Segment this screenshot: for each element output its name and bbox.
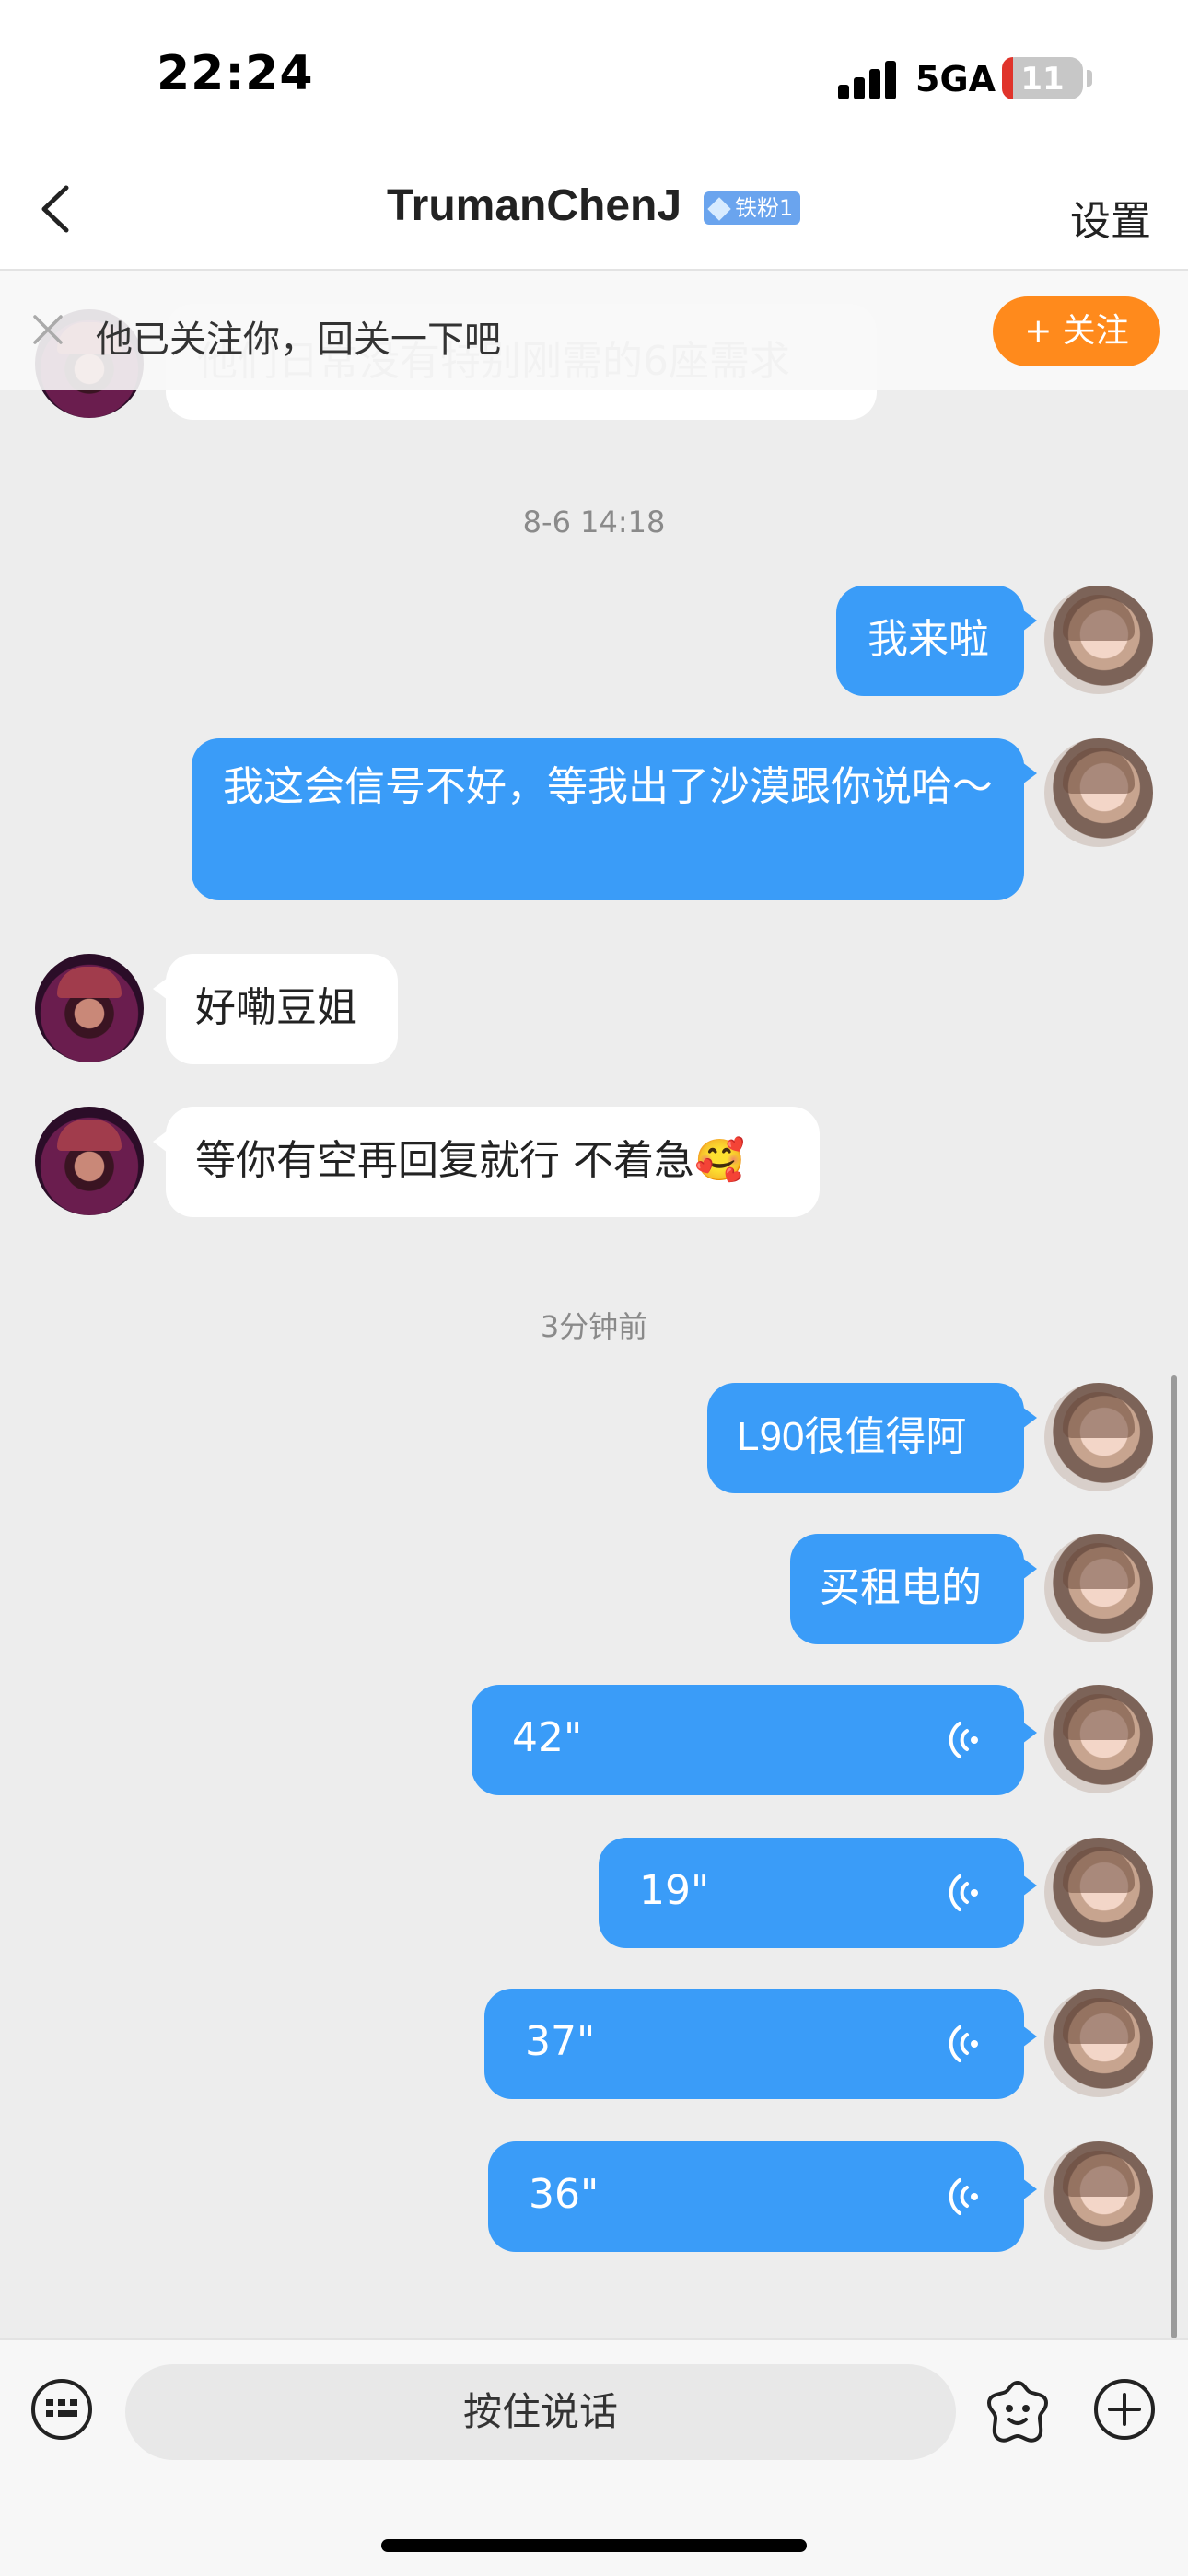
voice-wave-icon xyxy=(949,1722,978,1758)
message-bubble-mine[interactable]: L90很值得阿 xyxy=(707,1383,1037,1493)
keyboard-icon[interactable] xyxy=(29,2377,94,2442)
signal-icon xyxy=(838,59,897,99)
voice-message[interactable]: 37" xyxy=(484,1989,1037,2099)
message-bubble-mine[interactable]: 我来啦 xyxy=(836,586,1037,696)
follow-button[interactable]: + 关注 xyxy=(993,296,1160,366)
close-icon[interactable] xyxy=(31,313,64,346)
voice-duration: 19" xyxy=(639,1867,710,1914)
plus-icon[interactable] xyxy=(1092,2377,1157,2442)
scrollbar[interactable] xyxy=(1171,1375,1177,2338)
message-bubble-other[interactable]: 等你有空再回复就行 不着急🥰 xyxy=(153,1107,820,1217)
battery-level: 11 xyxy=(1020,61,1065,98)
gem-icon xyxy=(707,197,731,221)
timestamp: 3分钟前 xyxy=(540,1309,648,1344)
battery-icon: 11 xyxy=(1002,57,1083,99)
message-bubble-mine[interactable]: 买租电的 xyxy=(790,1534,1037,1644)
message-bubble-mine[interactable]: 我这会信号不好，等我出了沙漠跟你说哈～ xyxy=(192,738,1037,900)
contact-avatar[interactable] xyxy=(35,954,144,1062)
home-indicator xyxy=(381,2539,807,2552)
my-avatar[interactable] xyxy=(1044,2141,1153,2250)
status-time: 22:24 xyxy=(157,46,314,101)
back-arrow-icon[interactable] xyxy=(33,182,87,236)
emoji-icon[interactable] xyxy=(984,2377,1052,2445)
follow-banner-text: 他已关注你，回关一下吧 xyxy=(96,319,501,361)
my-avatar[interactable] xyxy=(1044,738,1153,847)
my-avatar[interactable] xyxy=(1044,1838,1153,1946)
fan-level-badge: 铁粉1 xyxy=(704,191,801,225)
battery-tip xyxy=(1087,70,1092,87)
voice-wave-icon xyxy=(949,2178,978,2215)
voice-duration: 37" xyxy=(525,2018,596,2065)
chat-title[interactable]: TrumanChenJ xyxy=(387,180,681,231)
my-avatar[interactable] xyxy=(1044,586,1153,694)
message-bubble-other[interactable]: 好嘞豆姐 xyxy=(153,954,398,1064)
my-avatar[interactable] xyxy=(1044,1685,1153,1793)
voice-duration: 42" xyxy=(512,1714,583,1761)
settings-button[interactable]: 设置 xyxy=(1070,188,1151,247)
voice-wave-icon xyxy=(949,1874,978,1911)
voice-wave-icon xyxy=(949,2025,978,2062)
voice-message[interactable]: 42" xyxy=(472,1685,1037,1795)
hold-to-talk-button[interactable]: 按住说话 xyxy=(125,2364,956,2460)
voice-duration: 36" xyxy=(529,2171,600,2218)
my-avatar[interactable] xyxy=(1044,1534,1153,1642)
my-avatar[interactable] xyxy=(1044,1383,1153,1491)
network-type: 5GA xyxy=(915,59,996,99)
contact-avatar[interactable] xyxy=(35,1107,144,1215)
my-avatar[interactable] xyxy=(1044,1989,1153,2097)
voice-message[interactable]: 36" xyxy=(488,2141,1037,2252)
timestamp: 8-6 14:18 xyxy=(522,505,666,540)
voice-message[interactable]: 19" xyxy=(599,1838,1037,1948)
